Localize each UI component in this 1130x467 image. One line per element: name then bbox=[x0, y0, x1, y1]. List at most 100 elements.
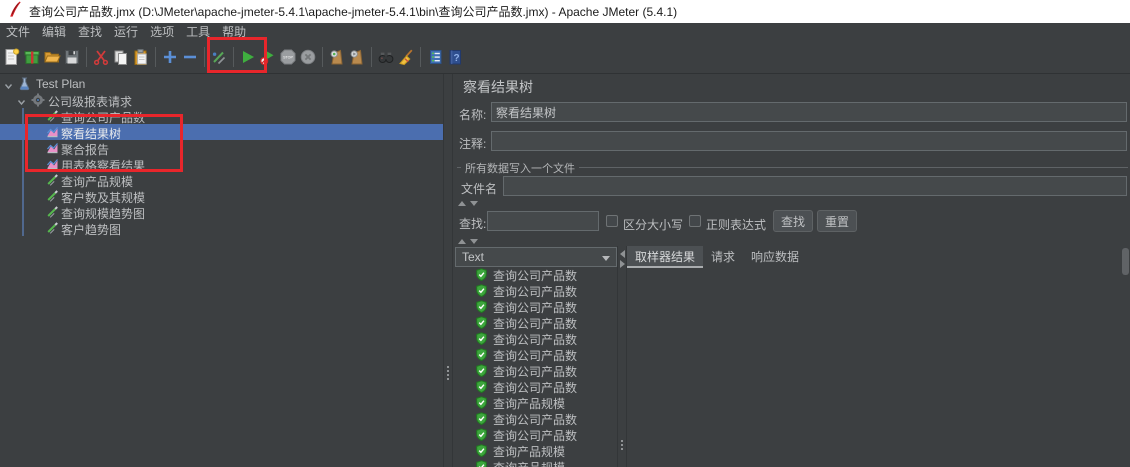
result-item[interactable]: 查询产品规模 bbox=[455, 443, 617, 459]
remote-start-all-button[interactable] bbox=[327, 44, 347, 70]
save-button[interactable] bbox=[62, 44, 82, 70]
result-item[interactable]: 查询公司产品数 bbox=[455, 363, 617, 379]
tree-item-view-results-in-table[interactable]: 用表格察看结果 bbox=[0, 156, 443, 172]
result-item[interactable]: 查询公司产品数 bbox=[455, 347, 617, 363]
success-shield-icon bbox=[475, 316, 488, 330]
collapse-up-icon[interactable] bbox=[458, 239, 466, 244]
start-no-pauses-button[interactable] bbox=[258, 44, 278, 70]
clear-all-icon bbox=[397, 48, 415, 66]
filename-field[interactable] bbox=[503, 176, 1127, 196]
tree-item-test-plan[interactable]: Test Plan bbox=[0, 76, 443, 92]
splitter-bottom[interactable] bbox=[453, 236, 1130, 246]
results-splitter[interactable] bbox=[617, 246, 627, 467]
search-button[interactable] bbox=[376, 44, 396, 70]
collapse-right-icon[interactable] bbox=[620, 260, 625, 268]
new-file-button[interactable] bbox=[2, 44, 22, 70]
tree-item-query-scale-trend-chart[interactable]: 查询规模趋势图 bbox=[0, 204, 443, 220]
results-list[interactable]: 查询公司产品数查询公司产品数查询公司产品数查询公司产品数查询公司产品数查询公司产… bbox=[455, 267, 617, 467]
main-splitter[interactable] bbox=[443, 74, 453, 467]
start-no-pauses-icon bbox=[259, 48, 277, 66]
result-item[interactable]: 查询公司产品数 bbox=[455, 299, 617, 315]
result-item-label: 查询产品规模 bbox=[493, 443, 565, 460]
clear-all-button[interactable] bbox=[396, 44, 416, 70]
result-item[interactable]: 查询公司产品数 bbox=[455, 315, 617, 331]
success-shield-icon bbox=[475, 300, 488, 314]
toggle-button[interactable] bbox=[209, 44, 229, 70]
copy-button[interactable] bbox=[111, 44, 131, 70]
result-item-label: 查询产品规模 bbox=[493, 395, 565, 412]
case-sensitive-checkbox[interactable] bbox=[606, 215, 618, 227]
toolbar-separator bbox=[86, 47, 87, 67]
tab-sampler-result[interactable]: 取样器结果 bbox=[627, 246, 703, 268]
tree-item-thread-group[interactable]: 公司级报表请求 bbox=[0, 92, 443, 108]
listener-icon bbox=[46, 157, 59, 173]
remove-button[interactable] bbox=[180, 44, 200, 70]
reset-button[interactable]: 重置 bbox=[817, 210, 857, 232]
result-item[interactable]: 查询公司产品数 bbox=[455, 427, 617, 443]
stop-button[interactable]: STOP bbox=[278, 44, 298, 70]
splitter-grip bbox=[621, 438, 623, 452]
collapse-left-icon[interactable] bbox=[620, 250, 625, 258]
sampler-icon bbox=[46, 189, 59, 205]
result-item[interactable]: 查询公司产品数 bbox=[455, 379, 617, 395]
view-results-tree-panel: 察看结果树 名称: 注释: 所有数据写入一个文件 文件名 查找: 区分大小写 正… bbox=[453, 74, 1130, 467]
success-shield-icon bbox=[475, 268, 488, 282]
tree-item-query-product-scale[interactable]: 查询产品规模 bbox=[0, 172, 443, 188]
tree-item-customer-count-and-scale[interactable]: 客户数及其规模 bbox=[0, 188, 443, 204]
menu-file[interactable]: 文件 bbox=[0, 23, 36, 40]
comment-field[interactable] bbox=[491, 131, 1127, 151]
result-item-label: 查询产品规模 bbox=[493, 459, 565, 467]
format-selector[interactable]: Text bbox=[455, 247, 617, 267]
open-button[interactable] bbox=[42, 44, 62, 70]
search-input[interactable] bbox=[487, 211, 599, 231]
success-shield-icon bbox=[475, 412, 488, 426]
toggle-icon bbox=[210, 48, 228, 66]
cut-button[interactable] bbox=[91, 44, 111, 70]
menu-search[interactable]: 查找 bbox=[72, 23, 108, 40]
result-item[interactable]: 查询产品规模 bbox=[455, 395, 617, 411]
collapse-down-icon[interactable] bbox=[470, 239, 478, 244]
result-item[interactable]: 查询公司产品数 bbox=[455, 267, 617, 283]
result-item[interactable]: 查询公司产品数 bbox=[455, 331, 617, 347]
tree-item-query-company-product-count[interactable]: 查询公司产品数 bbox=[0, 108, 443, 124]
menu-tools[interactable]: 工具 bbox=[180, 23, 216, 40]
result-item[interactable]: 查询产品规模 bbox=[455, 459, 617, 467]
format-selector-value: Text bbox=[462, 250, 484, 264]
collapse-down-icon[interactable] bbox=[470, 201, 478, 206]
paste-icon bbox=[132, 48, 150, 66]
collapse-up-icon[interactable] bbox=[458, 201, 466, 206]
menu-edit[interactable]: 编辑 bbox=[36, 23, 72, 40]
templates-button[interactable] bbox=[22, 44, 42, 70]
tree-item-view-results-tree[interactable]: 察看结果树 bbox=[0, 124, 443, 140]
function-helper-button[interactable] bbox=[425, 44, 445, 70]
tree-item-customer-trend-chart[interactable]: 客户趋势图 bbox=[0, 220, 443, 236]
add-button[interactable] bbox=[160, 44, 180, 70]
find-button[interactable]: 查找 bbox=[773, 210, 813, 232]
tree-item-aggregate-report[interactable]: 聚合报告 bbox=[0, 140, 443, 156]
paste-button[interactable] bbox=[131, 44, 151, 70]
sampler-icon bbox=[46, 109, 59, 125]
toolbar-separator bbox=[155, 47, 156, 67]
tab-request[interactable]: 请求 bbox=[703, 246, 743, 268]
toolbar: STOP? bbox=[0, 40, 1130, 74]
copy-icon bbox=[112, 48, 130, 66]
remote-stop-all-button[interactable] bbox=[347, 44, 367, 70]
regex-checkbox[interactable] bbox=[689, 215, 701, 227]
menu-options[interactable]: 选项 bbox=[144, 23, 180, 40]
success-shield-icon bbox=[475, 284, 488, 298]
splitter-top[interactable] bbox=[453, 198, 1130, 208]
shutdown-button[interactable] bbox=[298, 44, 318, 70]
result-item[interactable]: 查询公司产品数 bbox=[455, 283, 617, 299]
start-button[interactable] bbox=[238, 44, 258, 70]
remote-stop-all-icon bbox=[348, 48, 366, 66]
result-item-label: 查询公司产品数 bbox=[493, 379, 577, 396]
svg-text:STOP: STOP bbox=[283, 55, 293, 59]
case-sensitive-label: 区分大小写 bbox=[623, 216, 683, 233]
name-field[interactable] bbox=[491, 102, 1127, 122]
result-item[interactable]: 查询公司产品数 bbox=[455, 411, 617, 427]
tab-response-data[interactable]: 响应数据 bbox=[743, 246, 807, 268]
menu-run[interactable]: 运行 bbox=[108, 23, 144, 40]
menu-help[interactable]: 帮助 bbox=[216, 23, 252, 40]
help-button[interactable]: ? bbox=[445, 44, 465, 70]
success-shield-icon bbox=[475, 396, 488, 410]
